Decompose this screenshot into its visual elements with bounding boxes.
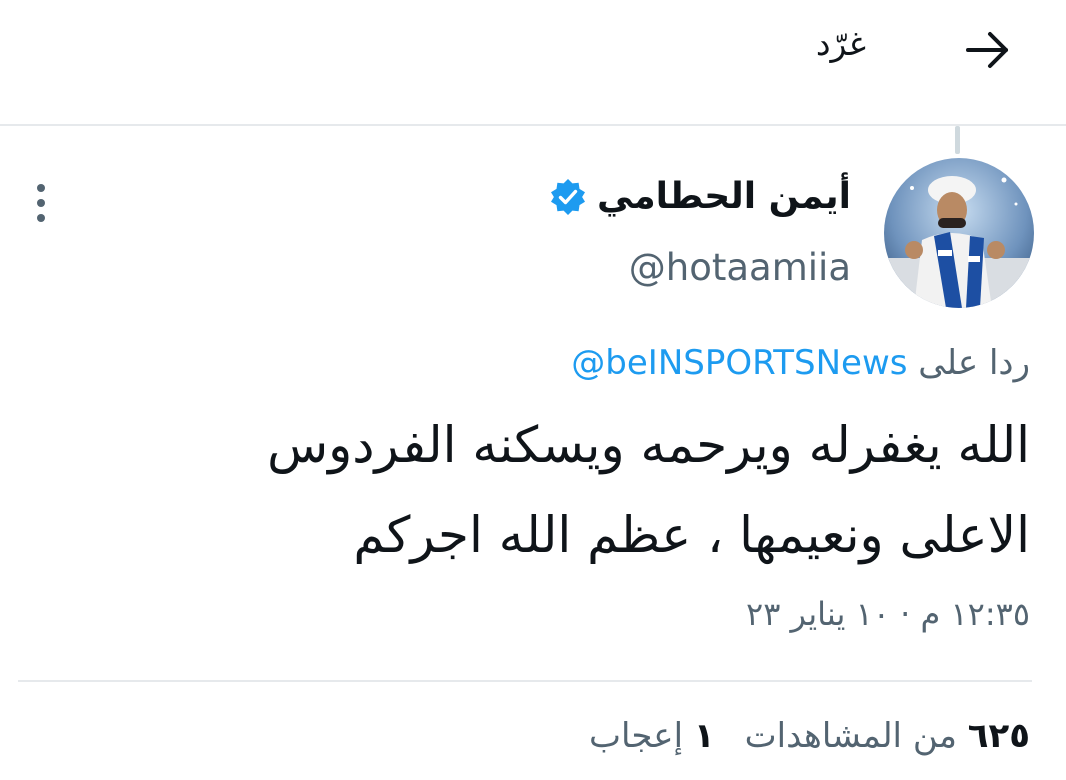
more-vertical-icon [37, 184, 45, 222]
reply-prefix: ردا على [918, 343, 1030, 383]
views-count: ٦٢٥ [967, 716, 1030, 756]
page-title: غرّد [815, 24, 866, 63]
header-divider [0, 124, 1066, 126]
more-options-button[interactable] [28, 182, 54, 226]
likes-stat[interactable]: ١ إعجاب [589, 716, 715, 756]
views-label: من المشاهدات [744, 716, 957, 756]
back-button[interactable] [958, 22, 1018, 78]
thread-connector [955, 126, 960, 154]
author-row: أيمن الحطامي [549, 176, 851, 217]
arrow-right-icon [966, 32, 1008, 68]
tweet-timestamp[interactable]: ١٢:٣٥ م · ١٠ يناير ٢٣ [746, 595, 1030, 633]
views-stat[interactable]: ٦٢٥ من المشاهدات [745, 716, 1030, 756]
user-handle[interactable]: @hotaamiia [629, 246, 851, 289]
stats-divider [18, 680, 1032, 682]
avatar-image [884, 158, 1034, 308]
tweet-text: الله يغفرله ويرحمه ويسكنه الفردوس الاعلى… [150, 400, 1030, 580]
avatar[interactable] [884, 158, 1034, 308]
tweet-text-line-1: الله يغفرله ويرحمه ويسكنه الفردوس [267, 416, 1030, 474]
reply-to-handle[interactable]: @beINSPORTSNews [571, 343, 907, 383]
verified-badge-icon [550, 178, 585, 215]
likes-label: إعجاب [588, 716, 684, 756]
likes-count: ١ [693, 716, 715, 756]
tweet-stats: ٦٢٥ من المشاهدات ١ إعجاب [589, 716, 1030, 756]
top-bar: غرّد [0, 0, 1066, 125]
replying-to: ردا على @beINSPORTSNews [571, 343, 1030, 383]
display-name[interactable]: أيمن الحطامي [597, 176, 851, 217]
tweet-text-line-2: الاعلى ونعيمها ، عظم الله اجركم [353, 506, 1030, 564]
